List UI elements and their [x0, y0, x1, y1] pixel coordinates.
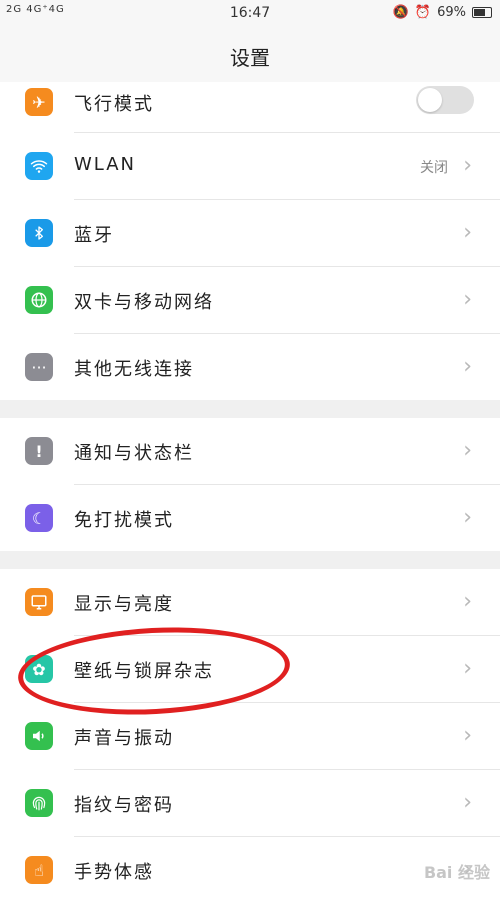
battery-percent: 69%: [437, 5, 466, 20]
wifi-icon: [25, 152, 53, 180]
battery-icon: [472, 7, 492, 18]
chevron-right-icon: ›: [463, 287, 472, 312]
settings-item-label: 壁纸与锁屏杂志: [74, 661, 214, 682]
exclamation-icon: !: [25, 437, 53, 465]
page-title: 设置: [230, 46, 270, 70]
speaker-icon: [25, 722, 53, 750]
settings-item-label: 指纹与密码: [74, 795, 174, 816]
settings-item-notifications[interactable]: ! 通知与状态栏 ›: [0, 418, 500, 484]
status-right: 🔕 ⏰ 69%: [393, 5, 492, 20]
status-bar: 2G 4G⁺4G 16:47 🔕 ⏰ 69%: [0, 0, 500, 26]
settings-item-do-not-disturb[interactable]: ☾ 免打扰模式 ›: [0, 485, 500, 551]
section-gap: [0, 400, 500, 418]
watermark: Bai 经验: [423, 863, 490, 882]
settings-item-wallpaper[interactable]: ✿ 壁纸与锁屏杂志 ›: [0, 636, 500, 702]
settings-item-label: 其他无线连接: [74, 359, 194, 380]
hand-icon: ☝: [25, 856, 53, 884]
chevron-right-icon: ›: [463, 505, 472, 530]
pinwheel-icon: ✿: [25, 655, 53, 683]
settings-item-label: 显示与亮度: [74, 594, 174, 615]
section-gap: [0, 551, 500, 569]
settings-item-label: 双卡与移动网络: [74, 292, 214, 313]
more-icon: ···: [25, 353, 53, 381]
chevron-right-icon: ›: [463, 589, 472, 614]
chevron-right-icon: ›: [463, 153, 472, 178]
settings-item-airplane-mode[interactable]: ✈ 飞行模式: [0, 82, 500, 132]
airplane-mode-toggle[interactable]: [416, 86, 474, 114]
globe-icon: [25, 286, 53, 314]
settings-item-label: 飞行模式: [74, 94, 154, 115]
moon-icon: ☾: [25, 504, 53, 532]
wlan-status-value: 关闭: [420, 160, 448, 176]
settings-item-other-wireless[interactable]: ··· 其他无线连接 ›: [0, 334, 500, 400]
settings-item-label: 声音与振动: [74, 728, 174, 749]
chevron-right-icon: ›: [463, 354, 472, 379]
header: 设置: [0, 26, 500, 83]
settings-item-display[interactable]: 显示与亮度 ›: [0, 569, 500, 635]
settings-item-sound[interactable]: 声音与振动 ›: [0, 703, 500, 769]
airplane-icon: ✈: [25, 88, 53, 116]
chevron-right-icon: ›: [463, 220, 472, 245]
chevron-right-icon: ›: [463, 656, 472, 681]
mute-icon: 🔕: [392, 5, 409, 20]
settings-item-label: 通知与状态栏: [74, 443, 194, 464]
fingerprint-icon: [25, 789, 53, 817]
settings-item-fingerprint[interactable]: 指纹与密码 ›: [0, 770, 500, 836]
settings-item-label: 手势体感: [74, 862, 154, 883]
chevron-right-icon: ›: [463, 790, 472, 815]
chevron-right-icon: ›: [463, 438, 472, 463]
settings-item-label: 免打扰模式: [74, 510, 174, 531]
chevron-right-icon: ›: [463, 723, 472, 748]
settings-item-label: 蓝牙: [74, 225, 114, 246]
settings-item-wlan[interactable]: WLAN 关闭 ›: [0, 133, 500, 199]
settings-item-bluetooth[interactable]: 蓝牙 ›: [0, 200, 500, 266]
alarm-icon: ⏰: [414, 5, 432, 20]
display-icon: [25, 588, 53, 616]
settings-item-dual-sim[interactable]: 双卡与移动网络 ›: [0, 267, 500, 333]
bluetooth-icon: [25, 219, 53, 247]
settings-item-label: WLAN: [74, 154, 137, 175]
